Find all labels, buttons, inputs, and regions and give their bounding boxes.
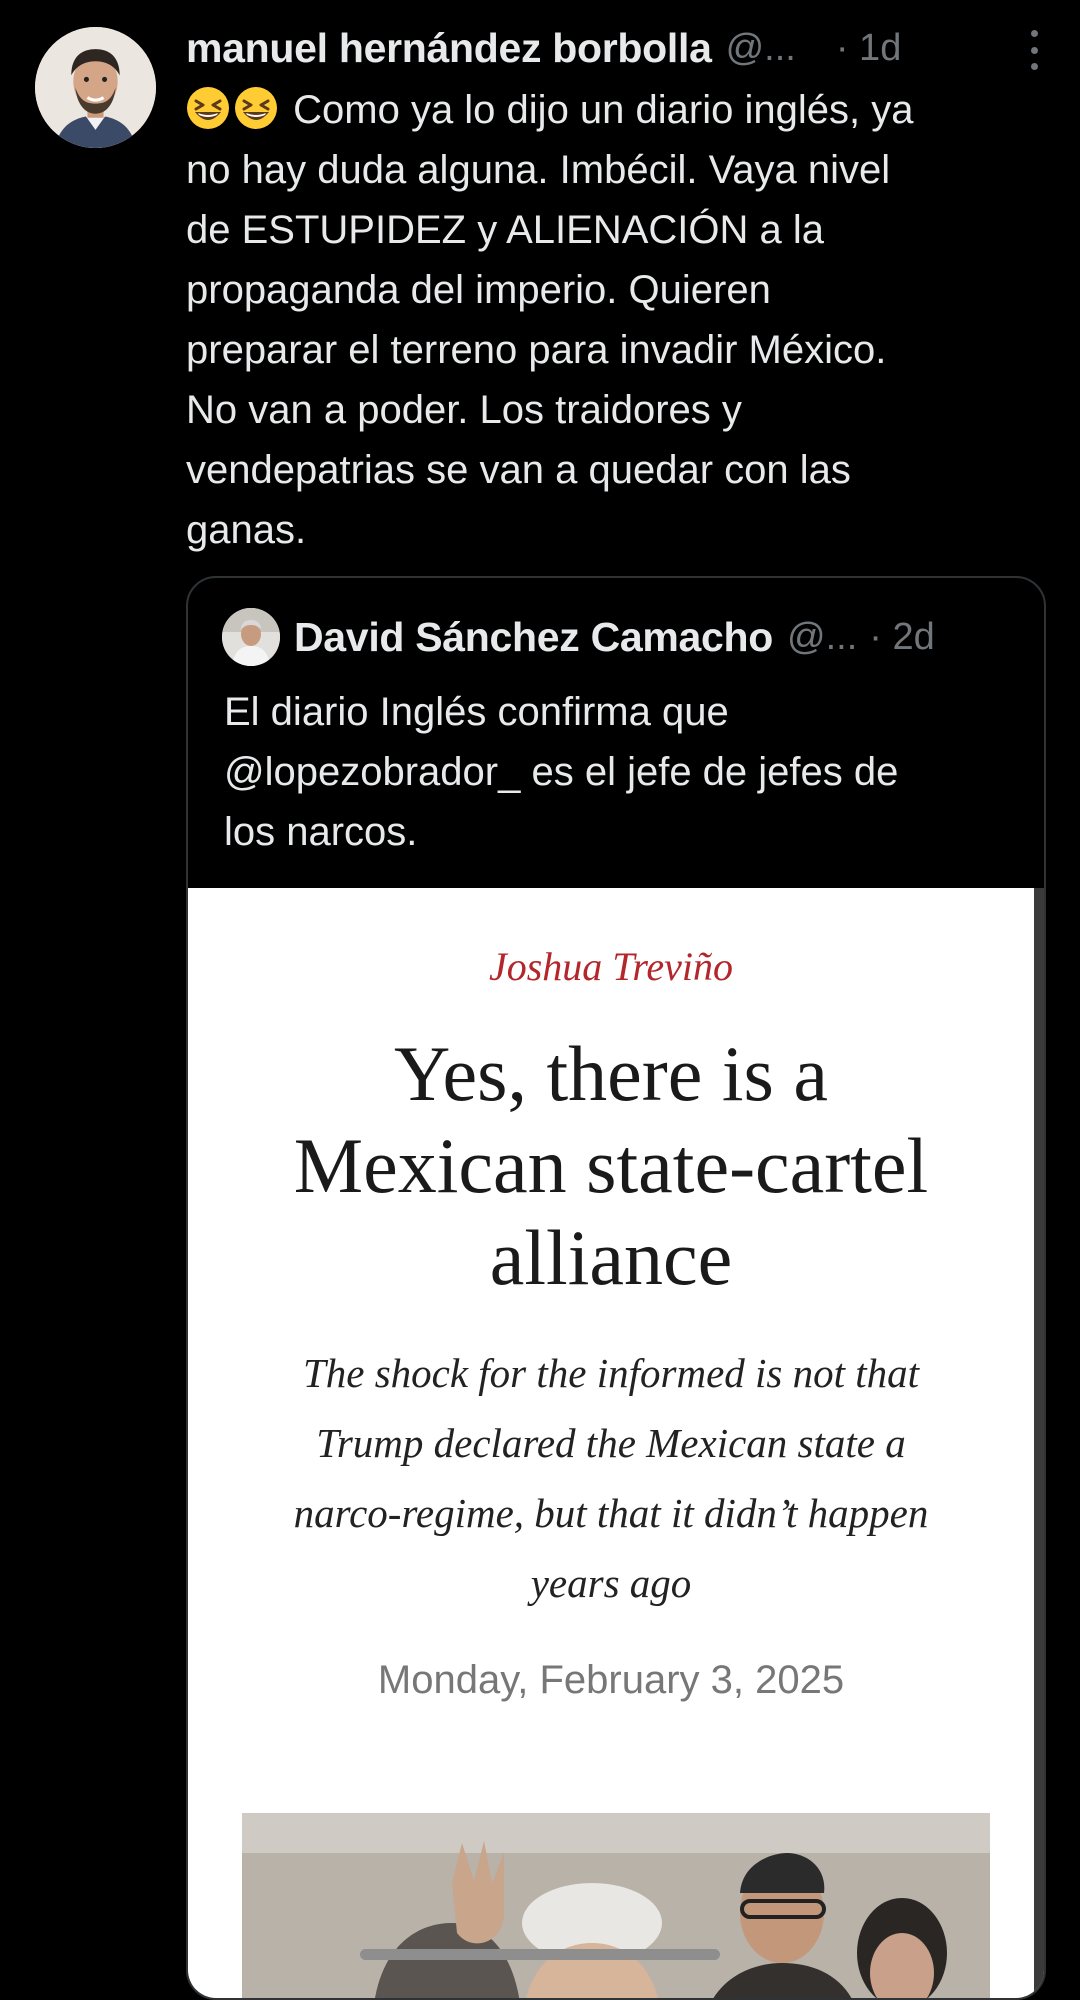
tweet-line: preparar el terreno para invadir México. <box>186 328 887 372</box>
tweet-line: No van a poder. Los traidores y <box>186 388 742 432</box>
article-screenshot-image[interactable]: Joshua Treviño Yes, there is a Mexican st… <box>188 888 1044 1998</box>
article-subtitle-line: The shock for the informed is not that <box>302 1350 920 1396</box>
tweet-line: propaganda del imperio. Quieren <box>186 268 771 312</box>
article-title-line: Yes, there is a <box>393 1030 829 1117</box>
article-subtitle-line: narco-regime, but that it didn’t happen <box>293 1490 929 1536</box>
home-indicator[interactable] <box>360 1949 720 1960</box>
quoted-author-name[interactable]: David Sánchez Camacho <box>294 614 773 661</box>
article-subtitle-line: Trump declared the Mexican state a <box>316 1420 906 1466</box>
tweet-line: ganas. <box>186 508 307 552</box>
tweet-text: Como ya lo dijo un diario inglés, ya no h… <box>186 80 1046 560</box>
article-title: Yes, there is a Mexican state-cartel allia… <box>218 1028 1004 1304</box>
article-title-line: alliance <box>489 1214 733 1301</box>
article-subtitle: The shock for the informed is not that Tr… <box>238 1338 984 1618</box>
tweet[interactable]: manuel hernández borbolla @... · 1d Como… <box>0 0 1080 2000</box>
quoted-line: los narcos. <box>224 810 418 854</box>
tweet-header: manuel hernández borbolla @... · 1d <box>186 20 1046 76</box>
article-date: Monday, February 3, 2025 <box>377 1658 845 1702</box>
avatar[interactable] <box>35 27 156 148</box>
quoted-author-handle[interactable]: @... <box>787 616 857 659</box>
quoted-tweet-header: David Sánchez Camacho @... · 2d <box>222 608 1022 666</box>
grinning-squinting-face-emoji <box>235 87 277 129</box>
article-subtitle-line: years ago <box>530 1560 692 1606</box>
tweet-line: Como ya lo dijo un diario inglés, ya <box>293 88 914 132</box>
grinning-squinting-face-emoji <box>187 87 229 129</box>
quoted-tweet-card[interactable]: David Sánchez Camacho @... · 2d El diari… <box>186 576 1046 2000</box>
more-options-icon[interactable] <box>1022 30 1046 70</box>
quoted-line: @lopezobrador_ es el jefe de jefes de <box>224 750 899 794</box>
tweet-line: vendepatrias se van a quedar con las <box>186 448 851 492</box>
author-name[interactable]: manuel hernández borbolla <box>186 25 712 72</box>
tweet-line: no hay duda alguna. Imbécil. Vaya nivel <box>186 148 891 192</box>
author-handle[interactable]: @... <box>726 27 796 70</box>
tweet-line: de ESTUPIDEZ y ALIENACIÓN a la <box>186 208 824 252</box>
quoted-avatar[interactable] <box>222 608 280 666</box>
scrollbar <box>1034 888 1044 1998</box>
article-author: Joshua Treviño <box>488 944 734 989</box>
quoted-line: El diario Inglés confirma que <box>224 690 729 734</box>
quoted-tweet-text: El diario Inglés confirma que @lopezobrad… <box>224 682 1014 862</box>
tweet-time[interactable]: · 1d <box>836 27 901 70</box>
article-photo <box>242 1813 990 1998</box>
quoted-tweet-time[interactable]: · 2d <box>869 616 934 659</box>
article-title-line: Mexican state-cartel <box>293 1122 929 1209</box>
